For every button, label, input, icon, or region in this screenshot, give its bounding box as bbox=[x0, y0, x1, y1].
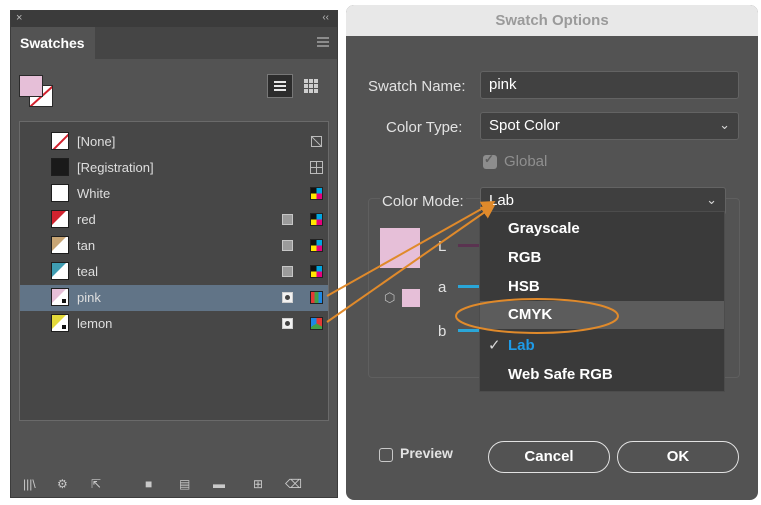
fill-swatch[interactable] bbox=[19, 75, 43, 97]
swatch-row-tan[interactable]: tan bbox=[20, 233, 328, 259]
swatch-row-lemon[interactable]: lemon bbox=[20, 311, 328, 337]
swatch-row-none[interactable]: [None] bbox=[20, 129, 328, 155]
swatch-label: pink bbox=[77, 290, 101, 305]
new-color-group-icon[interactable]: ▬ bbox=[213, 477, 225, 491]
swatch-label: teal bbox=[77, 264, 98, 279]
list-view-button[interactable] bbox=[267, 74, 293, 98]
cmyk-mode-icon bbox=[310, 239, 323, 252]
color-type-value: Spot Color bbox=[489, 117, 560, 134]
rgb-mode-icon bbox=[310, 317, 323, 330]
chevron-down-icon: ⌄ bbox=[719, 117, 730, 132]
gamut-swatch[interactable] bbox=[402, 289, 420, 307]
swatch-options-icon[interactable]: ▤ bbox=[179, 477, 190, 491]
swatch-label: tan bbox=[77, 238, 96, 253]
cancel-button[interactable]: Cancel bbox=[488, 441, 610, 473]
color-type-label: Color Type: bbox=[386, 119, 463, 136]
color-mode-label: Color Mode: bbox=[380, 193, 466, 210]
lemon-swatch-chip bbox=[51, 314, 69, 332]
swatch-row-white[interactable]: White bbox=[20, 181, 328, 207]
panel-menu-icon[interactable] bbox=[317, 37, 329, 47]
registration-icon bbox=[310, 161, 323, 174]
registration-swatch-chip bbox=[51, 158, 69, 176]
new-swatch-icon[interactable]: ⊞ bbox=[253, 477, 263, 491]
swatches-panel: × ‹‹ Swatches [None] [Registration] Whit… bbox=[10, 10, 338, 498]
none-swatch-chip bbox=[51, 132, 69, 150]
menu-item-hsb[interactable]: HSB bbox=[480, 273, 724, 301]
teal-swatch-chip bbox=[51, 262, 69, 280]
menu-item-cmyk[interactable]: CMYK bbox=[480, 301, 724, 329]
show-kinds-icon[interactable]: ■ bbox=[145, 477, 152, 491]
swatch-label: lemon bbox=[77, 316, 113, 331]
panel-title-bar: × ‹‹ bbox=[11, 11, 337, 27]
process-color-icon bbox=[282, 240, 293, 251]
spot-color-icon bbox=[282, 318, 293, 329]
checkmark-icon: ✓ bbox=[488, 337, 501, 354]
menu-item-grayscale[interactable]: Grayscale bbox=[480, 215, 724, 243]
slider-label-b: b bbox=[438, 323, 447, 340]
swatch-list: [None] [Registration] White red tan teal… bbox=[19, 121, 329, 421]
red-swatch-chip bbox=[51, 210, 69, 228]
close-icon[interactable]: × bbox=[16, 12, 22, 24]
swatch-name-input[interactable]: pink bbox=[480, 71, 739, 99]
gamut-cube-icon[interactable]: ⬡ bbox=[384, 290, 395, 306]
menu-item-lab-label: Lab bbox=[508, 337, 535, 354]
tan-swatch-chip bbox=[51, 236, 69, 254]
lab-mode-icon bbox=[310, 291, 323, 304]
fill-stroke-indicator[interactable] bbox=[19, 75, 53, 107]
dialog-title: Swatch Options bbox=[346, 5, 758, 36]
swatch-row-pink[interactable]: pink bbox=[20, 285, 328, 311]
preview-label: Preview bbox=[400, 445, 453, 461]
swatch-row-registration[interactable]: [Registration] bbox=[20, 155, 328, 181]
global-label: Global bbox=[504, 153, 548, 170]
swatch-label: White bbox=[77, 186, 111, 201]
trash-icon[interactable]: ⌫ bbox=[285, 477, 302, 491]
swatch-row-teal[interactable]: teal bbox=[20, 259, 328, 285]
collapse-icon[interactable]: ‹‹ bbox=[322, 12, 329, 23]
none-color-icon bbox=[310, 135, 323, 148]
process-color-icon bbox=[282, 214, 293, 225]
place-swatches-icon[interactable]: ⚙ bbox=[57, 477, 68, 491]
spot-color-icon bbox=[282, 292, 293, 303]
grid-view-button[interactable] bbox=[299, 74, 325, 98]
ok-button[interactable]: OK bbox=[617, 441, 739, 473]
panel-tab-row: Swatches bbox=[11, 27, 337, 59]
color-preview-swatch bbox=[380, 228, 420, 268]
white-swatch-chip bbox=[51, 184, 69, 202]
panel-bottom-toolbar: |||\ ⚙ ⇱ ■ ▤ ▬ ⊞ ⌫ bbox=[11, 471, 337, 497]
cmyk-mode-icon bbox=[310, 265, 323, 278]
swatch-label: red bbox=[77, 212, 96, 227]
swatch-libraries-icon[interactable]: |||\ bbox=[23, 477, 36, 491]
color-mode-value: Lab bbox=[489, 192, 515, 209]
swatch-row-red[interactable]: red bbox=[20, 207, 328, 233]
process-color-icon bbox=[282, 266, 293, 277]
menu-item-lab[interactable]: ✓ Lab bbox=[480, 332, 724, 360]
chevron-down-icon: ⌄ bbox=[706, 192, 717, 207]
tab-swatches[interactable]: Swatches bbox=[11, 27, 95, 59]
global-checkbox[interactable] bbox=[483, 152, 497, 169]
slider-label-l: L bbox=[438, 238, 447, 255]
cmyk-mode-icon bbox=[310, 213, 323, 226]
preview-checkbox[interactable] bbox=[379, 448, 393, 462]
add-to-library-icon[interactable]: ⇱ bbox=[91, 477, 101, 491]
color-mode-menu: Grayscale RGB HSB CMYK ✓ Lab Web Safe RG… bbox=[479, 211, 725, 392]
menu-item-rgb[interactable]: RGB bbox=[480, 244, 724, 272]
cmyk-mode-icon bbox=[310, 187, 323, 200]
swatch-name-label: Swatch Name: bbox=[368, 78, 466, 95]
slider-label-a: a bbox=[438, 279, 447, 296]
menu-item-web-safe-rgb[interactable]: Web Safe RGB bbox=[480, 361, 724, 389]
swatch-label: [Registration] bbox=[77, 160, 154, 175]
swatch-label: [None] bbox=[77, 134, 116, 149]
pink-swatch-chip bbox=[51, 288, 69, 306]
color-type-select[interactable]: Spot Color ⌄ bbox=[480, 112, 739, 140]
